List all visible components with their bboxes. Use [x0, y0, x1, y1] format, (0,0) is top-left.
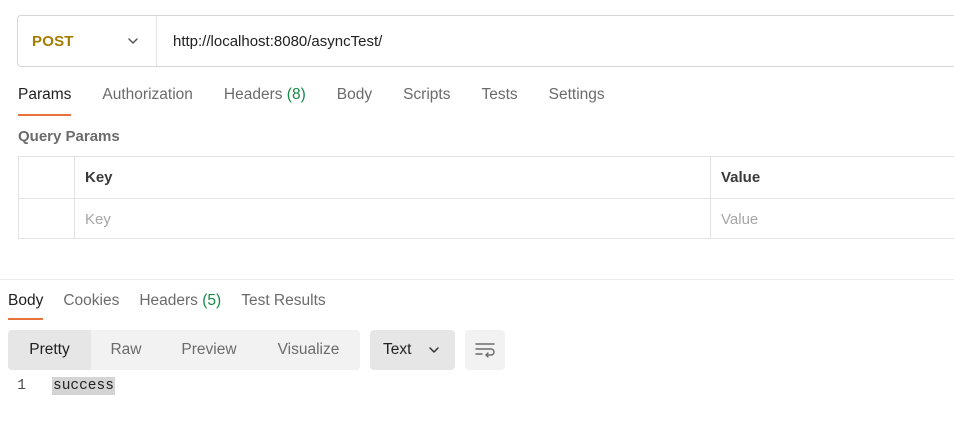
- view-mode-group: Pretty Raw Preview Visualize: [8, 330, 360, 370]
- tab-label: Tests: [481, 86, 518, 103]
- row-checkbox-cell: [19, 199, 75, 239]
- url-input[interactable]: [157, 16, 857, 66]
- tab-label: Headers: [139, 292, 198, 309]
- query-params-title: Query Params: [18, 128, 120, 145]
- tab-headers[interactable]: Headers (8): [224, 84, 306, 106]
- table-row: [19, 198, 954, 239]
- response-tab-test-results[interactable]: Test Results: [241, 290, 325, 312]
- response-tabs: Body Cookies Headers (5) Test Results: [8, 290, 346, 320]
- param-key-input[interactable]: [85, 210, 710, 228]
- value-cell: [711, 199, 954, 239]
- tab-label: Headers: [223, 86, 283, 103]
- request-tabs: Params Authorization Headers (8) Body Sc…: [18, 84, 636, 116]
- chevron-down-icon: [429, 347, 439, 353]
- tab-params[interactable]: Params: [18, 84, 72, 116]
- format-label: Text: [383, 341, 412, 358]
- tab-label: Cookies: [63, 292, 120, 309]
- column-header-value: Value: [721, 169, 761, 186]
- param-value-input[interactable]: [721, 210, 954, 228]
- response-body-line: 1 success: [0, 375, 115, 397]
- table-header-row: Key Value: [19, 157, 954, 198]
- tab-label: Settings: [548, 86, 605, 103]
- tab-label: Params: [18, 86, 72, 103]
- response-tab-cookies[interactable]: Cookies: [63, 290, 119, 312]
- tab-body[interactable]: Body: [337, 84, 372, 106]
- tab-label: Authorization: [102, 86, 193, 103]
- column-header-key: Key: [75, 157, 711, 198]
- tab-scripts[interactable]: Scripts: [403, 84, 450, 106]
- response-tab-headers[interactable]: Headers (5): [139, 290, 221, 312]
- tab-label: Body: [336, 86, 373, 103]
- method-select[interactable]: POST: [18, 16, 157, 66]
- url-bar: POST: [17, 15, 954, 67]
- response-body-text[interactable]: success: [52, 377, 115, 395]
- wrap-lines-icon: [475, 343, 495, 358]
- method-label: POST: [32, 32, 74, 50]
- view-raw-button[interactable]: Raw: [91, 330, 161, 370]
- tab-label: Body: [8, 292, 44, 309]
- tab-tests[interactable]: Tests: [481, 84, 517, 106]
- checkbox-column-header: [19, 157, 75, 198]
- app-root: POST Params Authorization Headers (8) Bo…: [0, 0, 954, 430]
- view-pretty-button[interactable]: Pretty: [8, 330, 91, 370]
- chevron-down-icon: [128, 38, 138, 44]
- query-params-table: Key Value: [18, 156, 954, 239]
- line-number: 1: [17, 378, 26, 394]
- key-cell: [75, 199, 711, 239]
- view-preview-button[interactable]: Preview: [161, 330, 257, 370]
- view-visualize-button[interactable]: Visualize: [257, 330, 360, 370]
- format-select[interactable]: Text: [370, 330, 455, 370]
- response-tab-body[interactable]: Body: [8, 290, 44, 320]
- headers-count: (8): [286, 86, 306, 103]
- response-headers-count: (5): [202, 292, 222, 309]
- tab-label: Scripts: [403, 86, 451, 103]
- tab-label: Test Results: [241, 292, 326, 309]
- tab-settings[interactable]: Settings: [549, 84, 605, 106]
- tab-authorization[interactable]: Authorization: [102, 84, 192, 106]
- pane-divider[interactable]: [0, 279, 954, 280]
- wrap-lines-button[interactable]: [465, 330, 505, 370]
